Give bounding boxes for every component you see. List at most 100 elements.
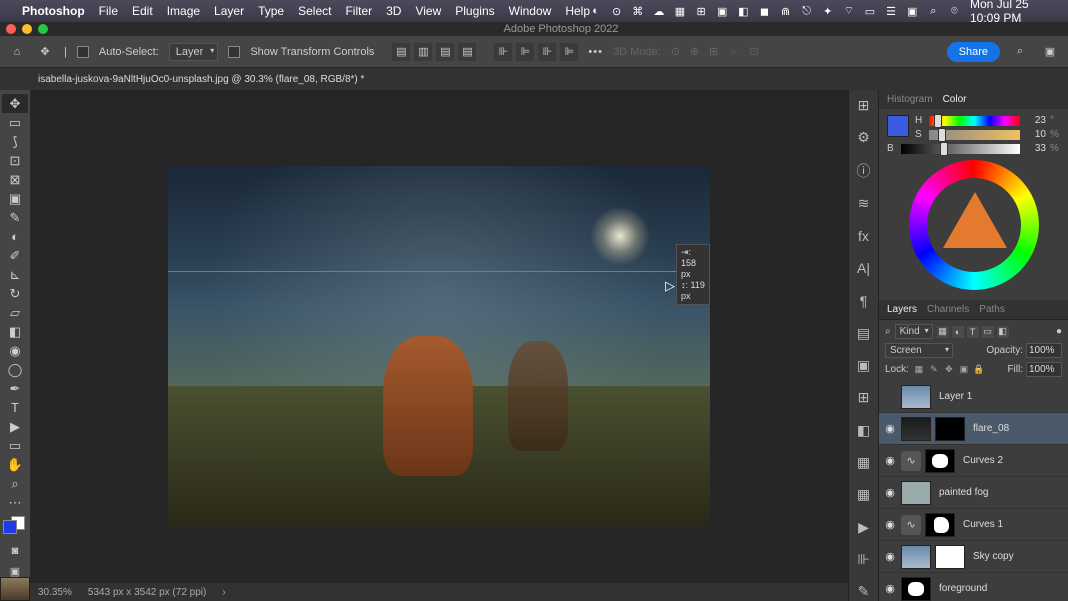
align-right-icon[interactable]: ▤ bbox=[436, 43, 454, 61]
status-icon[interactable]: ◐ bbox=[590, 4, 601, 18]
hand-tool[interactable]: ✋ bbox=[2, 455, 28, 474]
visibility-toggle-icon[interactable]: ◉ bbox=[883, 550, 897, 563]
layer-mask-thumbnail[interactable] bbox=[925, 449, 955, 473]
auto-select-checkbox[interactable] bbox=[77, 46, 89, 58]
saturation-value[interactable]: 10 bbox=[1024, 129, 1046, 140]
brightness-value[interactable]: 33 bbox=[1024, 143, 1046, 154]
properties-panel-icon[interactable]: ▤ bbox=[854, 324, 874, 342]
menu-view[interactable]: View bbox=[415, 4, 441, 18]
menu-help[interactable]: Help bbox=[565, 4, 590, 18]
hue-value[interactable]: 23 bbox=[1024, 115, 1046, 126]
brightness-slider[interactable] bbox=[901, 144, 1020, 154]
status-icon[interactable]: ▣ bbox=[717, 4, 728, 18]
maximize-window-icon[interactable] bbox=[38, 24, 48, 34]
layers-list[interactable]: Layer 1 ◉ flare_08 ◉ ∿ Curves 2 ◉ painte… bbox=[879, 381, 1068, 601]
color-wheel[interactable] bbox=[909, 160, 1039, 290]
filter-smart-icon[interactable]: ◧ bbox=[997, 326, 1009, 338]
align-top-icon[interactable]: ▤ bbox=[458, 43, 476, 61]
curves-adjustment-icon[interactable]: ∿ bbox=[901, 451, 921, 471]
lock-pixels-icon[interactable]: ✎ bbox=[928, 364, 940, 376]
marquee-tool[interactable]: ▭ bbox=[2, 113, 28, 132]
menu-image[interactable]: Image bbox=[167, 4, 200, 18]
filter-toggle-icon[interactable]: ● bbox=[1056, 326, 1062, 337]
status-icon[interactable]: ▣ bbox=[907, 4, 918, 18]
menu-edit[interactable]: Edit bbox=[132, 4, 153, 18]
color-triangle[interactable] bbox=[943, 192, 1007, 248]
search-icon[interactable]: ⌕ bbox=[885, 326, 891, 337]
layer-row[interactable]: Layer 1 bbox=[879, 381, 1068, 413]
brush-tool[interactable]: ✐ bbox=[2, 246, 28, 265]
layer-mask-thumbnail[interactable] bbox=[901, 577, 931, 601]
menu-type[interactable]: Type bbox=[258, 4, 284, 18]
styles-panel-icon[interactable]: fx bbox=[854, 227, 874, 245]
opacity-input[interactable]: 100% bbox=[1026, 343, 1062, 358]
status-icon[interactable]: ☁ bbox=[653, 4, 664, 18]
visibility-toggle-icon[interactable]: ◉ bbox=[883, 454, 897, 467]
align-center-h-icon[interactable]: ▥ bbox=[414, 43, 432, 61]
menu-3d[interactable]: 3D bbox=[386, 4, 401, 18]
frame-tool[interactable]: ▣ bbox=[2, 189, 28, 208]
spot-healing-tool[interactable]: ◐ bbox=[2, 227, 28, 246]
layer-name[interactable]: Curves 1 bbox=[963, 519, 1003, 530]
status-icon[interactable]: ⊙ bbox=[611, 4, 622, 18]
search-icon[interactable]: ⌕ bbox=[1010, 42, 1030, 62]
doc-dimensions[interactable]: 5343 px x 3542 px (72 ppi) bbox=[88, 587, 206, 598]
visibility-toggle-icon[interactable]: ◉ bbox=[883, 582, 897, 595]
pen-tool[interactable]: ✒ bbox=[2, 379, 28, 398]
brushes-panel-icon[interactable]: ⊞ bbox=[854, 96, 874, 114]
status-chevron-icon[interactable]: › bbox=[222, 587, 225, 598]
filter-pixel-icon[interactable]: ▦ bbox=[937, 326, 949, 338]
filter-adjustment-icon[interactable]: ◐ bbox=[952, 326, 964, 338]
home-icon[interactable]: ⌂ bbox=[8, 43, 26, 61]
distribute-icon[interactable]: ⊪ bbox=[538, 43, 556, 61]
status-icon[interactable]: ⎋ bbox=[801, 4, 812, 18]
curves-adjustment-icon[interactable]: ∿ bbox=[901, 515, 921, 535]
tab-channels[interactable]: Channels bbox=[927, 304, 969, 315]
distribute-icon[interactable]: ⊪ bbox=[494, 43, 512, 61]
visibility-toggle-icon[interactable]: ◉ bbox=[883, 518, 897, 531]
lasso-tool[interactable]: ⟆ bbox=[2, 132, 28, 151]
saturation-slider[interactable] bbox=[929, 130, 1020, 140]
more-options-icon[interactable]: ••• bbox=[588, 46, 603, 58]
paragraph-panel-icon[interactable]: ¶ bbox=[854, 292, 874, 310]
clone-stamp-tool[interactable]: ⊾ bbox=[2, 265, 28, 284]
filter-kind-dropdown[interactable]: Kind bbox=[895, 324, 933, 339]
lock-all-icon[interactable]: 🔒 bbox=[973, 364, 985, 376]
gradients-panel-icon[interactable]: ◧ bbox=[854, 421, 874, 439]
status-icon[interactable]: ▦ bbox=[674, 4, 685, 18]
battery-icon[interactable]: ▭ bbox=[864, 4, 875, 18]
fill-input[interactable]: 100% bbox=[1026, 362, 1062, 377]
blend-mode-dropdown[interactable]: Screen bbox=[885, 343, 953, 358]
patterns-panel-icon[interactable]: ⊪ bbox=[854, 550, 874, 568]
menu-filter[interactable]: Filter bbox=[345, 4, 372, 18]
navigator-panel-icon[interactable]: ▦ bbox=[854, 453, 874, 471]
menu-file[interactable]: File bbox=[99, 4, 118, 18]
tab-paths[interactable]: Paths bbox=[979, 304, 1005, 315]
zoom-level[interactable]: 30.35% bbox=[38, 587, 72, 598]
shape-tool[interactable]: ▭ bbox=[2, 436, 28, 455]
lock-transparency-icon[interactable]: ▦ bbox=[913, 364, 925, 376]
status-icon[interactable]: ☰ bbox=[886, 4, 897, 18]
swatches-panel-icon[interactable]: ▦ bbox=[854, 486, 874, 504]
libraries-panel-icon[interactable]: ⊞ bbox=[854, 389, 874, 407]
status-icon[interactable]: ⌘ bbox=[632, 4, 643, 18]
layer-name[interactable]: painted fog bbox=[939, 487, 989, 498]
wifi-icon[interactable]: ⌔ bbox=[843, 4, 854, 18]
layer-thumbnail[interactable] bbox=[901, 417, 931, 441]
adjustments-panel-icon[interactable]: ≋ bbox=[854, 195, 874, 213]
menu-plugins[interactable]: Plugins bbox=[455, 4, 494, 18]
distribute-icon[interactable]: ⊫ bbox=[516, 43, 534, 61]
status-icon[interactable]: ⊞ bbox=[696, 4, 707, 18]
character-panel-icon[interactable]: A| bbox=[854, 259, 874, 277]
search-icon[interactable]: ⌕ bbox=[928, 4, 939, 18]
fg-bg-color-swatch[interactable] bbox=[3, 516, 27, 540]
layer-row[interactable]: ◉ painted fog bbox=[879, 477, 1068, 509]
document-tab[interactable]: isabella-juskova-9aNltHjuOc0-unsplash.jp… bbox=[38, 74, 364, 85]
tab-layers[interactable]: Layers bbox=[887, 304, 917, 315]
app-menu[interactable]: Photoshop bbox=[22, 4, 85, 18]
eraser-tool[interactable]: ▱ bbox=[2, 303, 28, 322]
lock-artboard-icon[interactable]: ▣ bbox=[958, 364, 970, 376]
actions-panel-icon[interactable]: ▣ bbox=[854, 356, 874, 374]
path-selection-tool[interactable]: ▶ bbox=[2, 417, 28, 436]
layer-name[interactable]: Sky copy bbox=[973, 551, 1014, 562]
